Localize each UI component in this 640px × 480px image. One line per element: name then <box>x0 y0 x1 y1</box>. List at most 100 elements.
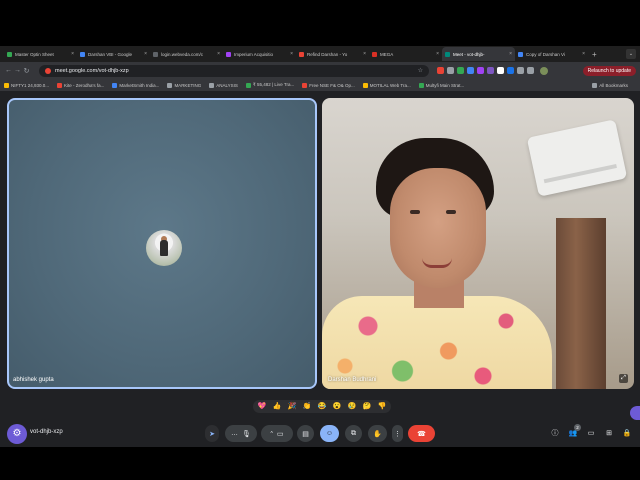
close-icon[interactable]: × <box>363 51 366 57</box>
person-eye-right <box>446 210 456 214</box>
chat-icon[interactable]: ▭ <box>585 428 597 440</box>
close-icon[interactable]: × <box>509 51 512 57</box>
tab-3[interactable]: Imperium Acquisitio × <box>223 47 296 61</box>
gear-icon[interactable]: ⚙ <box>7 424 27 444</box>
extension-icon[interactable] <box>507 67 514 74</box>
close-icon[interactable]: × <box>144 51 147 57</box>
new-tab-icon[interactable]: + <box>592 50 597 59</box>
reaction-thumbs-up-icon[interactable]: 👍 <box>271 401 283 413</box>
extension-icon[interactable] <box>467 67 474 74</box>
sidebar-icon[interactable] <box>527 67 534 74</box>
address-bar[interactable]: meet.google.com/vot-dhjb-xzp ☆ <box>39 64 429 77</box>
tab-4[interactable]: Refind Darshan - Yo × <box>296 47 369 61</box>
bookmark-item[interactable]: Kite - Zerodha's fa... <box>57 82 104 88</box>
captions-button[interactable]: ▤ <box>297 425 314 442</box>
microphone-button[interactable]: … 🎙 <box>225 425 257 442</box>
bookmark-label: MarketSmith India... <box>119 82 160 88</box>
folder-icon <box>167 82 173 88</box>
extension-icon[interactable] <box>447 67 454 74</box>
bookmark-item[interactable]: Free NSE F& O& Op... <box>302 82 355 88</box>
all-bookmarks[interactable]: All Bookmarks <box>592 82 628 88</box>
send-icon[interactable]: ➤ <box>205 425 219 442</box>
tab-5[interactable]: MEGA × <box>369 47 442 61</box>
people-icon[interactable]: 👥 2 <box>567 424 581 440</box>
extension-icon[interactable] <box>497 67 504 74</box>
meeting-code: vot-dhjb-xzp <box>30 429 63 435</box>
profile-avatar[interactable] <box>540 66 548 75</box>
bookmark-item[interactable]: NIFTY1 24,930.0... <box>4 82 49 88</box>
relaunch-button[interactable]: Relaunch to update <box>582 65 636 76</box>
tab-6-active[interactable]: Meet - vot-dhjb- × <box>442 47 515 61</box>
close-icon[interactable]: × <box>436 51 439 57</box>
bookmark-item[interactable]: MarketSmith India... <box>112 82 160 88</box>
reaction-sad-icon[interactable]: 😢 <box>346 401 358 413</box>
participant-tile-right[interactable]: Darshan Budhrani ⤢ <box>322 98 634 389</box>
bookmark-item[interactable]: Multyfi Main Strat... <box>418 82 464 88</box>
hand-icon: ✋ <box>373 430 382 438</box>
tab-7[interactable]: Copy of Darshan Vi × <box>515 47 588 61</box>
info-icon[interactable]: ⓘ <box>549 428 561 440</box>
reaction-surprise-icon[interactable]: 😮 <box>331 401 343 413</box>
activities-icon[interactable]: ⊞ <box>603 428 615 440</box>
bookmark-folder[interactable]: MARKETING <box>167 82 201 88</box>
bookmark-item[interactable]: ₹ 55,482 | Live Tra... <box>245 82 294 88</box>
tab-0[interactable]: Master Optin Sheet × <box>4 47 77 61</box>
captions-icon: ▤ <box>302 430 309 438</box>
tab-favicon-icon <box>372 51 377 57</box>
forward-icon[interactable]: → <box>13 67 22 74</box>
tab-title: Meet - vot-dhjb- <box>453 51 485 57</box>
bookmark-folder[interactable]: ANALYSIS <box>209 82 238 88</box>
present-icon: ⧉ <box>351 429 356 437</box>
host-controls-icon[interactable]: 🔒 <box>621 428 633 440</box>
reaction-party-icon[interactable]: 🎉 <box>286 401 298 413</box>
close-icon[interactable]: × <box>217 51 220 57</box>
bookmark-favicon-icon <box>418 82 424 88</box>
tile-options-icon[interactable]: ⤢ <box>619 374 628 383</box>
end-call-icon: ☎ <box>417 430 426 438</box>
reaction-thumbs-down-icon[interactable]: 👎 <box>376 401 388 413</box>
extensions-puzzle-icon[interactable] <box>517 67 524 74</box>
reaction-thinking-icon[interactable]: 🤔 <box>361 401 373 413</box>
extension-icon[interactable] <box>477 67 484 74</box>
extension-icon[interactable] <box>487 67 494 74</box>
avatar-figure <box>160 240 168 256</box>
bookmark-star-icon[interactable]: ☆ <box>418 67 423 74</box>
bookmark-item[interactable]: MOTILAL Web Tra... <box>362 82 411 88</box>
side-panel-toggle[interactable] <box>630 406 640 420</box>
reload-icon[interactable]: ↻ <box>22 67 31 75</box>
raise-hand-button[interactable]: ✋ <box>368 425 387 442</box>
present-button[interactable]: ⧉ <box>345 425 362 442</box>
extensions-row <box>437 67 534 74</box>
back-icon[interactable]: ← <box>4 67 13 74</box>
leave-call-button[interactable]: ☎ <box>408 425 435 442</box>
tab-title: Refind Darshan - Yo <box>307 51 348 57</box>
tab-favicon-icon <box>153 51 158 57</box>
more-options-button[interactable]: ⋮ <box>392 425 403 442</box>
folder-icon <box>592 82 598 88</box>
camera-button[interactable]: ^ ▭ <box>261 425 293 442</box>
person-eye-left <box>410 210 420 214</box>
tab-favicon-icon <box>80 51 85 57</box>
reaction-heart-icon[interactable]: 💖 <box>256 401 268 413</box>
tab-1[interactable]: Darshan VBI - Google × <box>77 47 150 61</box>
tab-search-icon[interactable]: ⌄ <box>626 49 636 59</box>
participant-tile-left[interactable]: abhishek gupta <box>7 98 317 389</box>
chevron-up-icon: ^ <box>270 430 273 437</box>
tab-title: Copy of Darshan Vi <box>526 51 565 57</box>
tab-2[interactable]: login.webveda.com/c × <box>150 47 223 61</box>
emoji-reactions-button[interactable]: ☺ <box>320 425 339 442</box>
emoji-icon: ☺ <box>325 430 334 437</box>
reaction-clap-icon[interactable]: 👏 <box>301 401 313 413</box>
microphone-icon: 🎙 <box>242 430 251 438</box>
extension-icon[interactable] <box>437 67 444 74</box>
close-icon[interactable]: × <box>582 51 585 57</box>
bookmark-favicon-icon <box>57 82 63 88</box>
reaction-laugh-icon[interactable]: 😂 <box>316 401 328 413</box>
reactions-bar: 💖 👍 🎉 👏 😂 😮 😢 🤔 👎 <box>253 400 391 413</box>
browser-tab-strip: Master Optin Sheet × Darshan VBI - Google… <box>0 46 640 62</box>
tab-favicon-icon <box>299 51 304 57</box>
close-icon[interactable]: × <box>71 51 74 57</box>
extension-icon[interactable] <box>457 67 464 74</box>
participant-count-badge: 2 <box>574 424 581 431</box>
close-icon[interactable]: × <box>290 51 293 57</box>
